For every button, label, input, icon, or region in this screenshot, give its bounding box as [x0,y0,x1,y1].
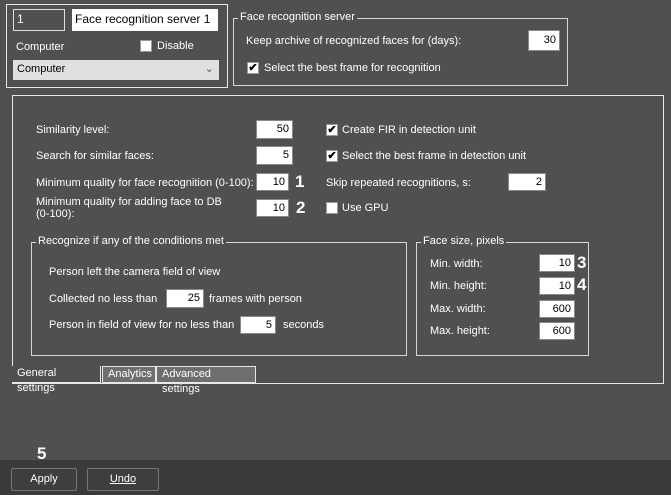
disable-checkbox[interactable] [140,40,152,52]
computer-select[interactable]: Computer ⌄ [13,60,219,80]
name-input[interactable]: Face recognition server 1 [72,9,218,31]
search-label: Search for similar faces: [36,150,154,162]
face-recognition-server-group: Face recognition server [233,11,568,86]
min-width-input[interactable]: 10 [539,254,575,272]
search-input[interactable]: 5 [256,146,293,165]
gpu-label: Use GPU [342,202,389,214]
person-label: Person in field of view for no less than [49,319,235,331]
id-input[interactable]: 1 [13,9,65,31]
tab-analytics[interactable]: Analytics [102,366,156,383]
create-fir-label: Create FIR in detection unit [342,124,476,136]
similarity-input[interactable]: 50 [256,120,293,139]
best-frame-label: Select the best frame for recognition [264,62,441,74]
callout-4: 4 [577,275,587,294]
chevron-down-icon: ⌄ [204,63,214,75]
callout-2: 2 [296,198,306,217]
group-title: Recognize if any of the conditions met [36,235,226,247]
skip-label: Skip repeated recognitions, s: [326,177,471,189]
min-quality-input[interactable]: 10 [256,173,289,191]
computer-label: Computer [16,41,65,53]
best-frame-checkbox[interactable]: ✔ [247,62,259,74]
collected-input[interactable]: 25 [166,289,204,308]
keep-archive-input[interactable]: 30 [528,30,560,51]
callout-1: 1 [295,172,305,191]
best-frame-unit-checkbox[interactable]: ✔ [326,150,338,162]
collected-suffix: frames with person [209,293,302,305]
gpu-checkbox[interactable] [326,202,338,214]
left-fov-label: Person left the camera field of view [49,266,221,278]
max-height-label: Max. height: [430,325,490,337]
apply-button[interactable]: Apply [11,468,77,491]
min-height-input[interactable]: 10 [539,277,575,295]
group-title: Face recognition server [238,11,357,23]
max-width-input[interactable]: 600 [539,300,575,318]
min-width-label: Min. width: [430,258,483,270]
min-quality-label: Minimum quality for face recognition (0-… [36,177,254,189]
tab-advanced-settings[interactable]: Advanced settings [156,366,256,395]
computer-select-value: Computer [17,63,66,75]
best-frame-unit-label: Select the best frame in detection unit [342,150,527,162]
undo-button[interactable]: Undo [87,468,159,491]
disable-label: Disable [157,40,194,52]
callout-3: 3 [577,253,587,272]
keep-archive-label: Keep archive of recognized faces for (da… [246,35,462,47]
min-quality-db-input[interactable]: 10 [256,199,289,217]
min-quality-db-label-1: Minimum quality for adding face to DB [36,196,222,208]
person-suffix: seconds [283,319,324,331]
min-height-label: Min. height: [430,280,487,292]
person-input[interactable]: 5 [240,316,276,334]
similarity-label: Similarity level: [36,124,110,136]
collected-label: Collected no less than [49,293,158,305]
tab-general-settings[interactable]: General settings [12,366,101,394]
max-height-input[interactable]: 600 [539,322,575,340]
skip-input[interactable]: 2 [508,173,546,191]
group-title: Face size, pixels [421,235,507,247]
create-fir-checkbox[interactable]: ✔ [326,124,338,136]
max-width-label: Max. width: [430,303,486,315]
min-quality-db-label-2: (0-100): [36,208,75,220]
